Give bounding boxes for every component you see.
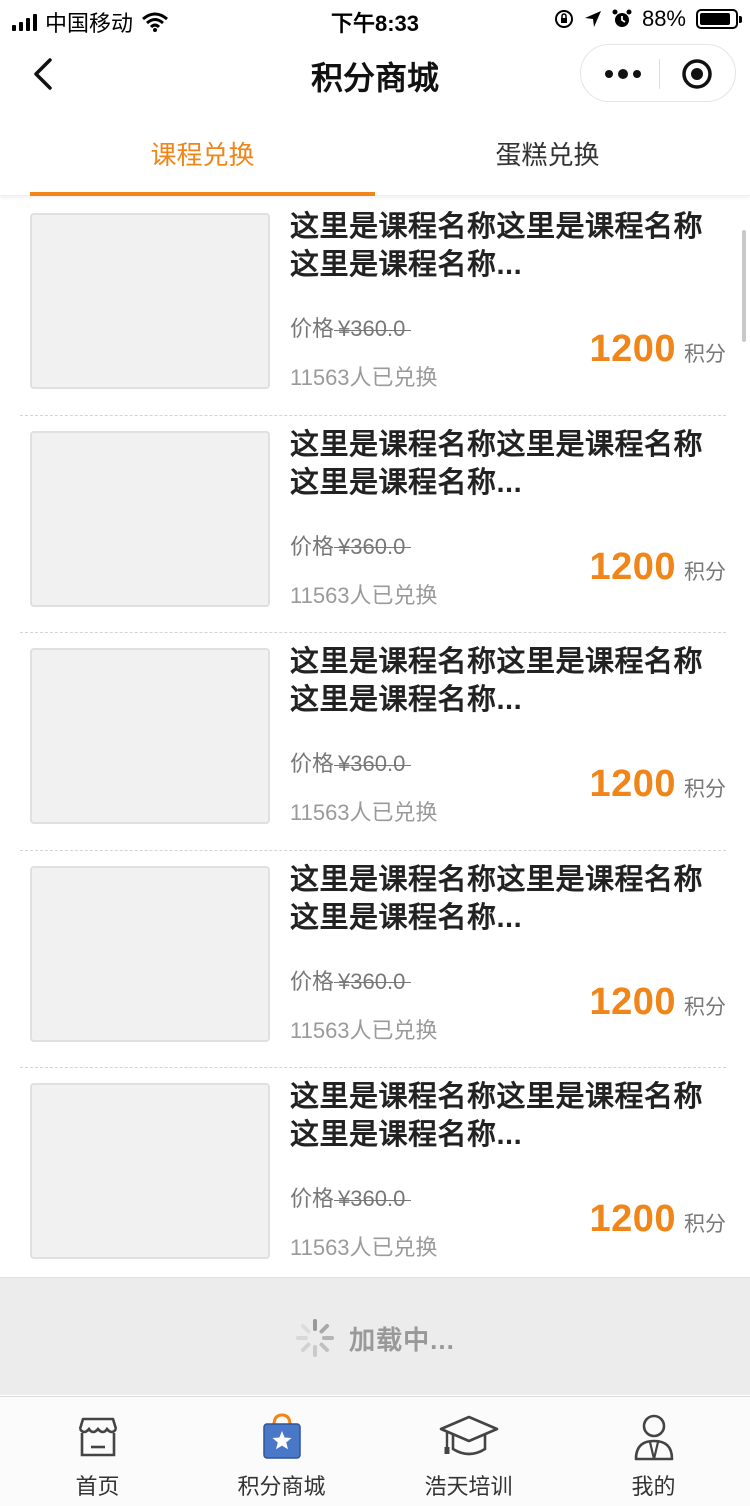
original-price: 价格 ¥360.0 [290,311,405,343]
product-title: 这里是课程名称这里是课程名称这里是课程名称... [290,211,704,281]
bottom-tab-bar: 首页 积分商城 浩天培训 我的 [0,1396,750,1506]
rotation-lock-icon [554,10,573,28]
exchange-count: 11563人已兑换 [290,365,438,390]
battery-percent: 88% [641,6,686,31]
price-label: 价格 [290,1186,335,1211]
points-value: 1200 [589,763,676,805]
capsule-divider [659,59,660,89]
points-value: 1200 [589,545,676,588]
product-title: 这里是课程名称这里是课程名称这里是课程名称... [290,1081,704,1151]
user-icon [634,1414,673,1461]
original-price: 价格 ¥360.0 [290,964,405,996]
exchange-count: 11563人已兑换 [290,800,438,825]
list-item[interactable]: 这里是课程名称这里是课程名称这里是课程名称... 价格 ¥360.0 11563人… [20,198,726,416]
status-bar: 中国移动 下午8:33 88% [0,0,750,40]
price-value: ¥360.0 [338,968,406,994]
status-right: 88% [554,6,742,32]
product-title: 这里是课程名称这里是课程名称这里是课程名称... [290,646,704,716]
product-thumbnail [30,865,270,1042]
price-label: 价格 [290,316,335,341]
points-unit: 积分 [684,343,726,366]
product-title: 这里是课程名称这里是课程名称这里是课程名称... [290,428,704,499]
spinner-icon [296,1319,335,1357]
points-unit: 积分 [684,778,726,801]
tab-course-exchange[interactable]: 课程兑换 [30,112,375,196]
loading-indicator: 加载中... [0,1318,750,1358]
alarm-icon [612,9,632,27]
points-price: 1200 积分 [589,546,726,589]
product-thumbnail [30,648,270,824]
tabbar-label: 我的 [631,1474,676,1499]
price-value: ¥360.0 [338,1186,406,1211]
points-value: 1200 [589,1198,676,1240]
points-unit: 积分 [684,560,726,584]
points-price: 1200 积分 [589,328,726,371]
exchange-count: 11563人已兑换 [290,1017,438,1043]
price-label: 价格 [290,968,335,994]
points-price: 1200 积分 [589,981,726,1024]
product-thumbnail [30,213,270,389]
tabbar-item-training[interactable]: 浩天培训 [375,1411,562,1501]
store-icon [78,1417,117,1457]
loading-bar: 加载中... [0,1277,750,1395]
price-label: 价格 [290,533,335,559]
list-item[interactable]: 这里是课程名称这里是课程名称这里是课程名称... 价格 ¥360.0 11563人… [20,416,726,633]
tabbar-item-mine[interactable]: 我的 [560,1411,747,1501]
original-price: 价格 ¥360.0 [290,746,405,778]
original-price: 价格 ¥360.0 [290,529,405,561]
price-value: ¥360.0 [338,316,406,341]
shopping-bag-star-icon [262,1413,301,1459]
product-thumbnail [30,1083,270,1259]
original-price: 价格 ¥360.0 [290,1181,405,1213]
price-value: ¥360.0 [338,751,406,776]
scrollbar[interactable] [742,230,746,342]
points-unit: 积分 [684,995,726,1019]
tabbar-label: 积分商城 [237,1474,326,1499]
graduation-cap-icon [439,1415,498,1456]
location-icon [584,11,601,27]
points-unit: 积分 [684,1213,726,1236]
mini-program-capsule [580,44,736,102]
loading-text: 加载中... [349,1324,455,1355]
points-price: 1200 积分 [589,1198,726,1241]
battery-level [700,13,730,25]
list-item[interactable]: 这里是课程名称这里是课程名称这里是课程名称... 价格 ¥360.0 11563人… [20,633,726,851]
tabbar-item-points-mall[interactable]: 积分商城 [188,1411,375,1501]
points-value: 1200 [589,328,676,370]
product-list: 这里是课程名称这里是课程名称这里是课程名称... 价格 ¥360.0 11563人… [0,198,750,1286]
list-item[interactable]: 这里是课程名称这里是课程名称这里是课程名称... 价格 ¥360.0 11563人… [20,851,726,1068]
tabbar-label: 首页 [75,1474,120,1499]
tabbar-label: 浩天培训 [424,1474,513,1499]
price-value: ¥360.0 [338,533,406,559]
nav-bar: 积分商城 [0,40,750,110]
product-title: 这里是课程名称这里是课程名称这里是课程名称... [290,863,704,934]
list-item[interactable]: 这里是课程名称这里是课程名称这里是课程名称... 价格 ¥360.0 11563人… [20,1068,726,1286]
exchange-count: 11563人已兑换 [290,1235,438,1260]
price-label: 价格 [290,751,335,776]
tabbar-item-home[interactable]: 首页 [4,1411,191,1501]
points-value: 1200 [589,980,676,1023]
product-thumbnail [30,430,270,607]
points-price: 1200 积分 [589,763,726,806]
tab-cake-exchange[interactable]: 蛋糕兑换 [375,112,720,196]
close-target-icon[interactable] [681,58,713,90]
battery-icon [696,9,742,29]
category-tabs: 课程兑换 蛋糕兑换 [0,112,750,196]
exchange-count: 11563人已兑换 [290,582,438,608]
more-icon[interactable] [603,64,643,84]
